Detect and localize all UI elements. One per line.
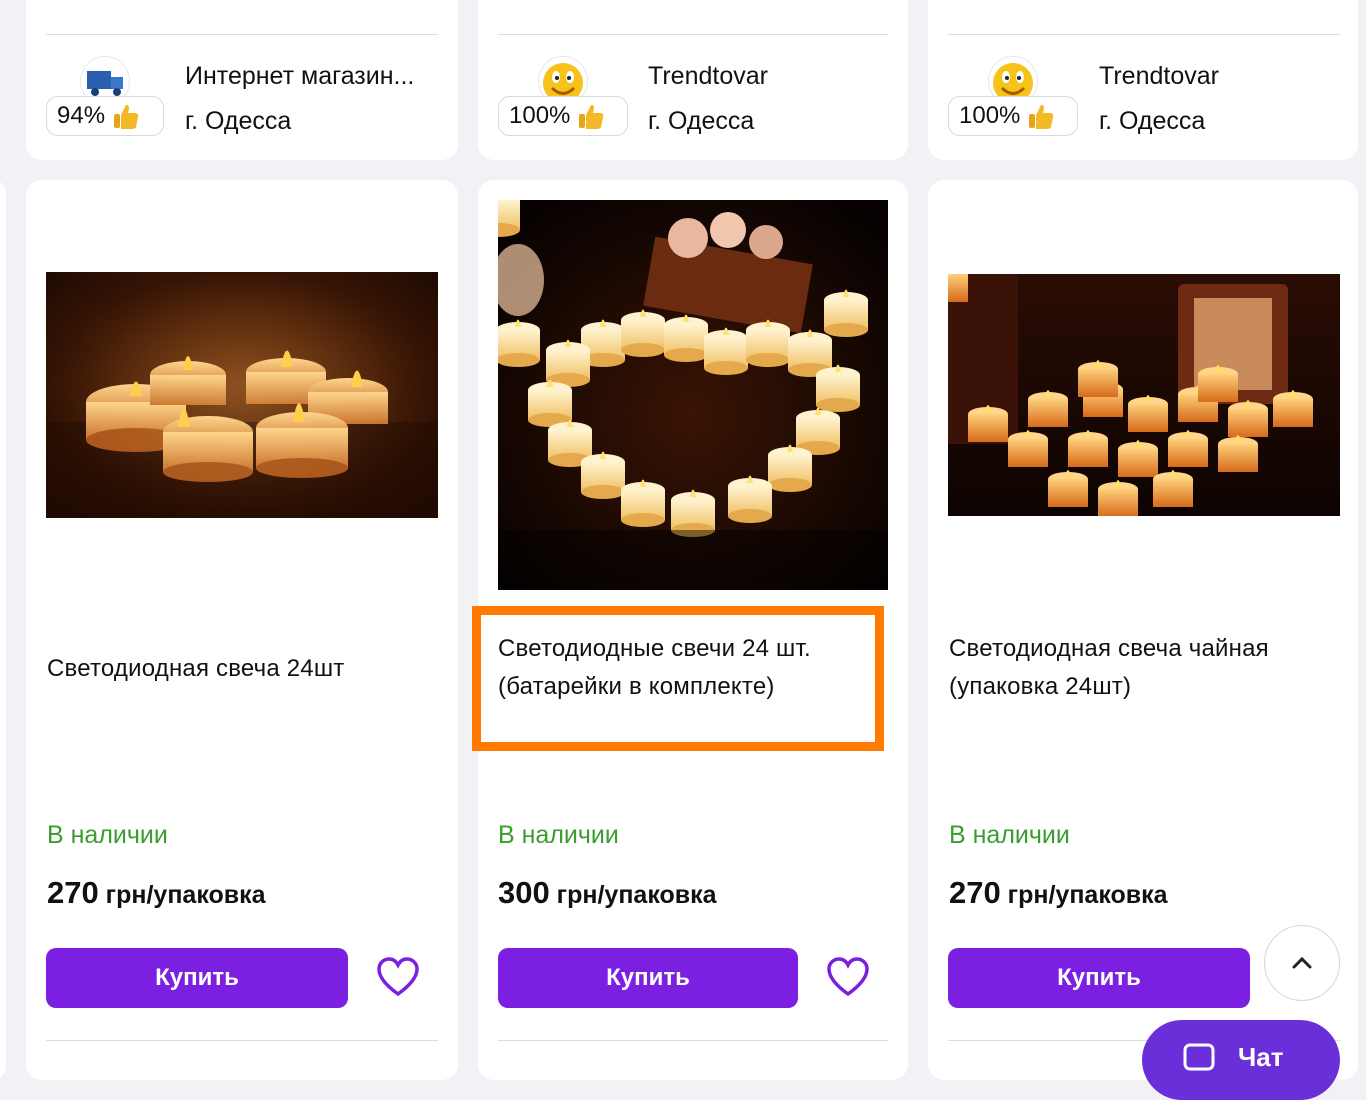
chevron-up-icon: [1292, 956, 1312, 969]
seller-card-1: 94% Интернет магазин... г. Одесса: [26, 0, 458, 160]
product-price: 270 грн/упаковка: [949, 875, 1168, 911]
chat-icon: [1183, 1043, 1215, 1071]
rating-value: 100%: [509, 102, 571, 129]
rating-value: 100%: [959, 102, 1021, 129]
seller-card-3: 100% Trendtovar г. Одесса: [928, 0, 1358, 160]
rating-badge: 100%: [498, 96, 628, 136]
thumbs-up-icon: [114, 104, 139, 129]
stock-status: В наличии: [498, 821, 619, 849]
scroll-top-button[interactable]: [1264, 925, 1340, 1001]
divider: [46, 34, 438, 35]
price-unit: грн/упаковка: [98, 881, 266, 909]
title-line[interactable]: Светодиодная свеча 24шт: [47, 655, 345, 682]
rating-badge: 94%: [46, 96, 164, 136]
divider: [498, 34, 888, 35]
rating-badge: 100%: [948, 96, 1078, 136]
product-image[interactable]: [948, 274, 1340, 516]
stock-status: В наличии: [47, 821, 168, 849]
product-price: 300 грн/упаковка: [498, 875, 717, 911]
seller-city: г. Одесса: [185, 107, 292, 135]
thumbs-up-icon: [579, 104, 604, 129]
title-line[interactable]: (упаковка 24шт): [949, 668, 1339, 706]
buy-button[interactable]: Купить: [498, 948, 798, 1008]
product-price: 270 грн/упаковка: [47, 875, 266, 911]
seller-card-2: 100% Trendtovar г. Одесса: [478, 0, 908, 160]
product-title[interactable]: Светодиодная свеча чайная (упаковка 24шт…: [949, 630, 1339, 706]
price-unit: грн/упаковка: [1000, 881, 1168, 909]
seller-name[interactable]: Trendtovar: [1099, 62, 1219, 91]
divider: [948, 34, 1340, 35]
rating-value: 94%: [57, 102, 106, 129]
product-image[interactable]: [498, 200, 888, 590]
seller-name[interactable]: Интернет магазин...: [185, 62, 445, 91]
price-unit: грн/упаковка: [549, 881, 717, 909]
title-line[interactable]: Светодиодная свеча чайная: [949, 630, 1339, 668]
product-card-edge: [0, 180, 6, 1080]
seller-city: г. Одесса: [648, 107, 755, 135]
price-amount: 300: [498, 875, 550, 910]
chat-button[interactable]: Чат: [1142, 1020, 1340, 1100]
buy-button[interactable]: Купить: [948, 948, 1250, 1008]
seller-city: г. Одесса: [1099, 107, 1206, 135]
product-image[interactable]: [46, 272, 438, 518]
thumbs-up-icon: [1029, 104, 1054, 129]
heart-icon[interactable]: [376, 956, 420, 1000]
price-amount: 270: [47, 875, 99, 910]
seller-name[interactable]: Trendtovar: [648, 62, 768, 91]
highlight-box: [472, 606, 884, 751]
buy-button[interactable]: Купить: [46, 948, 348, 1008]
price-amount: 270: [949, 875, 1001, 910]
divider: [498, 1040, 888, 1041]
stock-status: В наличии: [949, 821, 1070, 849]
product-title[interactable]: Светодиодная свеча 24шт: [47, 650, 437, 688]
product-card-1: Светодиодная свеча 24шт В наличии 270 гр…: [26, 180, 458, 1080]
chat-label: Чат: [1238, 1042, 1284, 1072]
divider: [46, 1040, 438, 1041]
heart-icon[interactable]: [826, 956, 870, 1000]
